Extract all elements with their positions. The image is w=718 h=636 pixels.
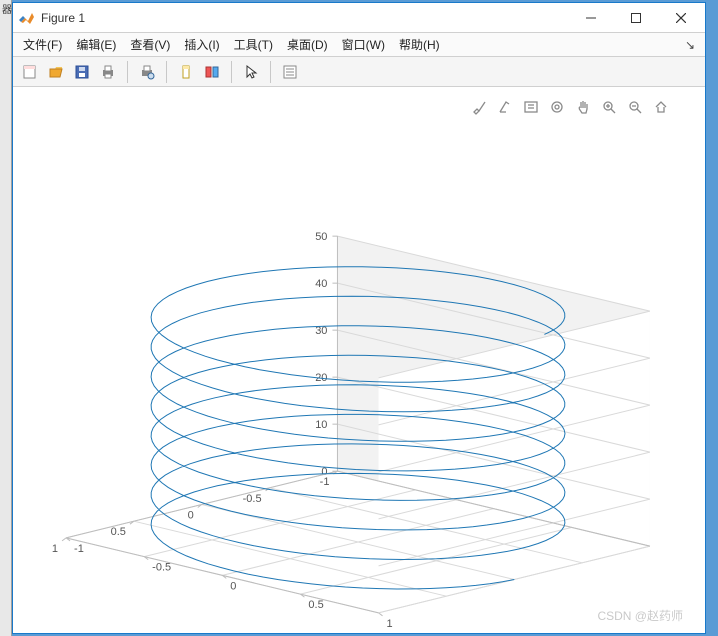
menu-insert[interactable]: 插入(I) xyxy=(178,34,225,55)
menu-edit[interactable]: 编辑(E) xyxy=(70,34,122,55)
menu-tools[interactable]: 工具(T) xyxy=(228,34,279,55)
svg-text:-0.5: -0.5 xyxy=(152,562,171,574)
svg-text:0.5: 0.5 xyxy=(111,526,126,538)
menu-overflow-icon[interactable]: ↘ xyxy=(679,38,701,52)
svg-text:0.5: 0.5 xyxy=(308,599,323,611)
new-figure-icon[interactable] xyxy=(19,61,41,83)
toolbar-separator xyxy=(231,61,232,83)
svg-text:0: 0 xyxy=(188,510,194,522)
menu-desktop[interactable]: 桌面(D) xyxy=(281,34,334,55)
toolbar xyxy=(13,57,705,87)
matlab-icon xyxy=(19,10,35,26)
link-icon[interactable] xyxy=(175,61,197,83)
colorbar-icon[interactable] xyxy=(201,61,223,83)
svg-text:1: 1 xyxy=(52,543,58,555)
menu-help[interactable]: 帮助(H) xyxy=(393,34,446,55)
menubar: 文件(F) 编辑(E) 查看(V) 插入(I) 工具(T) 桌面(D) 窗口(W… xyxy=(13,33,705,57)
watermark-text: CSDN @赵药师 xyxy=(597,607,683,624)
close-button[interactable] xyxy=(658,4,703,32)
properties-icon[interactable] xyxy=(279,61,301,83)
svg-text:-1: -1 xyxy=(320,476,330,488)
host-left-strip: 器 xyxy=(0,0,12,636)
minimize-button[interactable] xyxy=(568,4,613,32)
svg-text:0: 0 xyxy=(230,580,236,592)
open-icon[interactable] xyxy=(45,61,67,83)
pointer-icon[interactable] xyxy=(240,61,262,83)
svg-text:50: 50 xyxy=(315,231,327,243)
figure-window: Figure 1 文件(F) 编辑(E) 查看(V) 插入(I) 工具(T) 桌… xyxy=(12,2,706,634)
menu-view[interactable]: 查看(V) xyxy=(124,34,176,55)
toolbar-separator xyxy=(127,61,128,83)
menu-window[interactable]: 窗口(W) xyxy=(336,34,391,55)
plot-area[interactable]: 01020304050-1-0.500.51-1-0.500.51 CSDN @… xyxy=(13,87,705,630)
toolbar-separator xyxy=(166,61,167,83)
maximize-button[interactable] xyxy=(613,4,658,32)
svg-text:1: 1 xyxy=(387,618,393,630)
svg-text:40: 40 xyxy=(315,278,327,290)
print-icon[interactable] xyxy=(97,61,119,83)
save-icon[interactable] xyxy=(71,61,93,83)
print-preview-icon[interactable] xyxy=(136,61,158,83)
toolbar-separator xyxy=(270,61,271,83)
svg-text:10: 10 xyxy=(315,419,327,431)
titlebar: Figure 1 xyxy=(13,3,705,33)
menu-file[interactable]: 文件(F) xyxy=(17,34,68,55)
window-title: Figure 1 xyxy=(41,11,85,25)
axes-3d[interactable]: 01020304050-1-0.500.51-1-0.500.51 xyxy=(13,87,705,630)
svg-text:-1: -1 xyxy=(74,543,84,555)
svg-text:-0.5: -0.5 xyxy=(243,493,262,505)
